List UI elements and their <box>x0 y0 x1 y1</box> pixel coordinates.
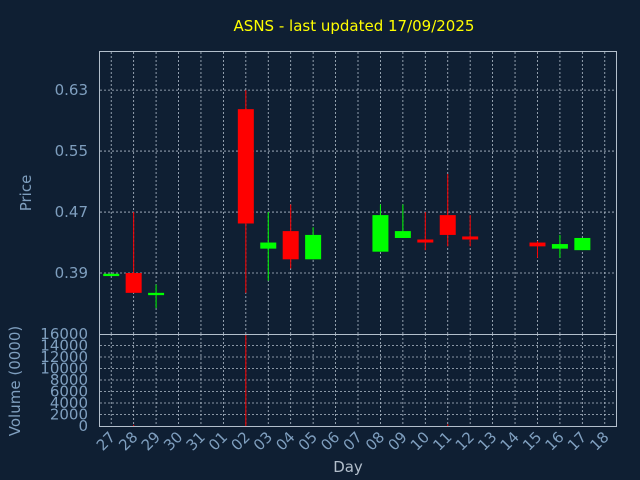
volume-tick-label: 16000 <box>40 325 88 343</box>
candle <box>282 204 299 269</box>
candle-body <box>103 273 120 277</box>
candles <box>103 90 591 309</box>
chart-title: ASNS - last updated 17/09/2025 <box>234 17 475 35</box>
volume-tick-labels: 0200040006000800010000120001400016000 <box>40 325 88 435</box>
x-tick-labels: 2728293031010203040506070809101112131415… <box>93 428 613 454</box>
candle <box>148 284 165 309</box>
candle-body <box>462 236 479 240</box>
candle-body <box>282 231 299 260</box>
candle <box>394 204 411 238</box>
price-tick-label: 0.39 <box>55 264 88 282</box>
candle-body <box>551 244 568 249</box>
candle-body <box>529 242 546 247</box>
candle <box>305 227 322 260</box>
candle-body <box>417 239 434 243</box>
candle-body <box>305 234 322 260</box>
volume-axis-label: Volume (0000) <box>6 326 24 436</box>
candle-body <box>394 231 411 238</box>
candle-body <box>574 237 591 251</box>
x-axis-label: Day <box>333 458 363 476</box>
candle-body <box>125 273 142 293</box>
candle-body <box>372 215 389 252</box>
candle <box>529 241 546 258</box>
candle <box>574 237 591 251</box>
volume-plot-frame <box>99 334 617 427</box>
price-tick-label: 0.55 <box>55 142 88 160</box>
price-axis-label: Price <box>17 175 35 212</box>
volume-grid <box>100 334 616 426</box>
candle <box>462 215 479 247</box>
x-tick-label: 18 <box>586 428 612 454</box>
volume-bars <box>133 335 449 426</box>
candle-body <box>148 292 165 296</box>
candle <box>372 204 389 252</box>
price-grid <box>100 52 616 334</box>
candle-body <box>439 215 456 235</box>
price-tick-labels: 0.39 0.47 0.55 0.63 <box>55 81 88 282</box>
candle <box>103 273 120 277</box>
candle <box>260 212 277 281</box>
candle <box>417 212 434 251</box>
candle <box>439 173 456 247</box>
candle <box>237 90 254 293</box>
price-tick-label: 0.63 <box>55 81 88 99</box>
price-tick-label: 0.47 <box>55 203 88 221</box>
candle <box>125 212 142 293</box>
candle-body <box>237 109 254 224</box>
candle-body <box>260 242 277 249</box>
candle <box>551 234 568 258</box>
candlestick-chart: ASNS - last updated 17/09/2025 0.390.470… <box>6 17 617 476</box>
